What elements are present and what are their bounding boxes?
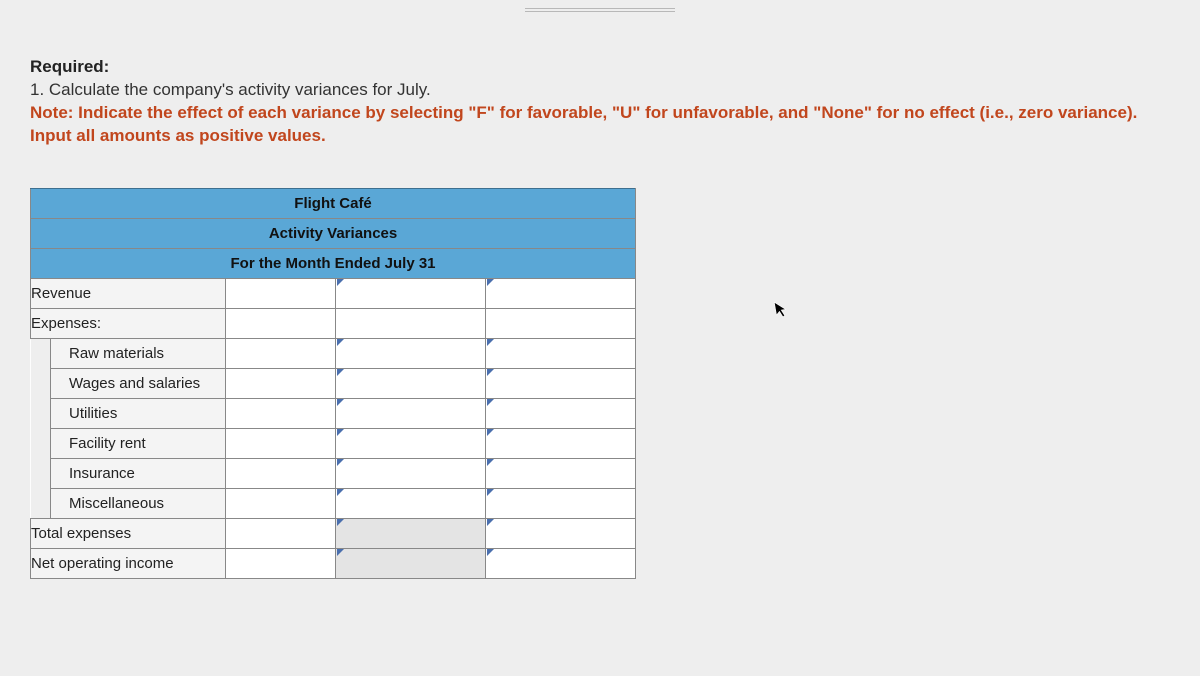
row-revenue: Revenue (31, 278, 636, 308)
variance-table: Flight Café Activity Variances For the M… (30, 188, 636, 579)
wages-blank (226, 368, 336, 398)
misc-amount-input[interactable] (336, 488, 486, 518)
row-utilities: Utilities (31, 398, 636, 428)
table-header-period: For the Month Ended July 31 (31, 248, 636, 278)
wages-effect-select[interactable] (486, 368, 636, 398)
table-header-company: Flight Café (31, 188, 636, 218)
label-revenue: Revenue (31, 285, 91, 302)
wages-amount-input[interactable] (336, 368, 486, 398)
utilities-effect-select[interactable] (486, 398, 636, 428)
expenses-blank1 (226, 308, 336, 338)
row-total-expenses: Total expenses (31, 518, 636, 548)
row-expenses-header: Expenses: (31, 308, 636, 338)
net-income-amount[interactable] (336, 548, 486, 578)
facility-rent-amount-input[interactable] (336, 428, 486, 458)
insurance-blank (226, 458, 336, 488)
row-net-income: Net operating income (31, 548, 636, 578)
facility-blank (226, 428, 336, 458)
revenue-col-blank (226, 278, 336, 308)
label-total-expenses: Total expenses (31, 525, 131, 542)
cursor-icon (773, 299, 791, 324)
row-misc: Miscellaneous (31, 488, 636, 518)
total-expenses-effect-select[interactable] (486, 518, 636, 548)
utilities-amount-input[interactable] (336, 398, 486, 428)
utilities-blank (226, 398, 336, 428)
net-income-effect-select[interactable] (486, 548, 636, 578)
insurance-effect-select[interactable] (486, 458, 636, 488)
label-facility-rent: Facility rent (51, 435, 146, 452)
revenue-amount-input[interactable] (336, 278, 486, 308)
facility-rent-effect-select[interactable] (486, 428, 636, 458)
insurance-amount-input[interactable] (336, 458, 486, 488)
total-blank (226, 518, 336, 548)
raw-materials-amount-input[interactable] (336, 338, 486, 368)
total-expenses-amount[interactable] (336, 518, 486, 548)
misc-effect-select[interactable] (486, 488, 636, 518)
instructions-block: Required: 1. Calculate the company's act… (30, 56, 1170, 148)
label-utilities: Utilities (51, 405, 117, 422)
expenses-blank2 (336, 308, 486, 338)
row-facility-rent: Facility rent (31, 428, 636, 458)
raw-materials-effect-select[interactable] (486, 338, 636, 368)
required-label: Required: (30, 57, 109, 76)
label-misc: Miscellaneous (51, 495, 164, 512)
drag-handle (525, 8, 675, 12)
expenses-blank3 (486, 308, 636, 338)
revenue-effect-select[interactable] (486, 278, 636, 308)
table-header-title: Activity Variances (31, 218, 636, 248)
question-text: 1. Calculate the company's activity vari… (30, 80, 431, 99)
row-wages: Wages and salaries (31, 368, 636, 398)
label-raw-materials: Raw materials (51, 345, 164, 362)
label-wages: Wages and salaries (51, 375, 200, 392)
row-raw-materials: Raw materials (31, 338, 636, 368)
misc-blank (226, 488, 336, 518)
note-text: Note: Indicate the effect of each varian… (30, 103, 1137, 145)
label-expenses: Expenses: (31, 315, 101, 332)
label-net-income: Net operating income (31, 555, 174, 572)
net-blank (226, 548, 336, 578)
raw-materials-blank (226, 338, 336, 368)
row-insurance: Insurance (31, 458, 636, 488)
label-insurance: Insurance (51, 465, 135, 482)
